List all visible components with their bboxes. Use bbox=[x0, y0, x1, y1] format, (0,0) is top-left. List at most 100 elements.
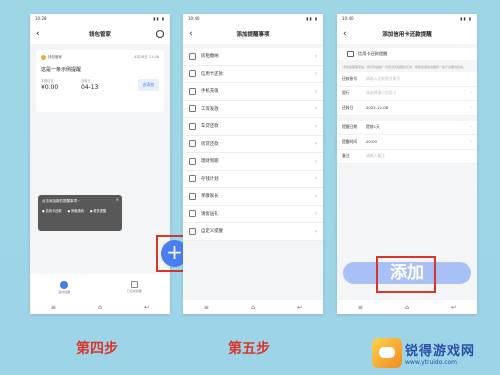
info-note: 添加提醒事项后，我们将提前一天和当天提醒您还款，帮助您避免逾期和一些不必要的损失… bbox=[343, 65, 467, 69]
reminder-card[interactable]: 钱包管家 4月28日 11:08 这是一条示例提醒 本期应还 ¥0.00 还款日… bbox=[36, 50, 164, 112]
back-icon[interactable]: ‹ bbox=[189, 29, 193, 39]
list-item[interactable]: 房贷还款 › bbox=[183, 136, 323, 153]
system-nav-bar: ≡ ⌂ ↩ bbox=[183, 300, 323, 314]
page-title: 添加提醒事项 bbox=[236, 32, 270, 38]
gamepad-logo-icon bbox=[372, 338, 402, 368]
chevron-right-icon: › bbox=[314, 122, 317, 130]
list-item[interactable]: 自定义提醒 › bbox=[183, 223, 323, 241]
tab-my-reminders[interactable]: 我的提醒 bbox=[58, 280, 70, 294]
popup-item-credit-card[interactable]: 信用卡还款 bbox=[42, 208, 62, 213]
signal-icon: ▮▮ ▮ bbox=[153, 16, 165, 21]
phone-icon bbox=[189, 87, 196, 95]
phone-screen-step5: 10:40 ▮▮ ▮ ‹ 添加提醒事项 房租缴纳 › 信用卡还款 › 手机充值 › 工… bbox=[183, 14, 323, 314]
field-label: 提醒日期 bbox=[342, 124, 358, 130]
chevron-right-icon: › bbox=[314, 192, 317, 200]
watermark-title: 锐得游戏网 bbox=[405, 344, 476, 359]
chevron-right-icon: › bbox=[314, 175, 317, 183]
list-item[interactable]: 存钱计划 › bbox=[183, 171, 323, 188]
list-item[interactable]: 理财到期 › bbox=[183, 153, 323, 171]
rent-icon bbox=[189, 52, 196, 60]
return-icon[interactable]: ↩ bbox=[450, 304, 458, 311]
status-bar: 10:28 ▮▮ ▮ bbox=[30, 14, 170, 24]
form-row-due-date[interactable]: 还款日 2022-12-08 › bbox=[337, 101, 477, 116]
form-row-account[interactable]: 还款账号 请输入还款账号尾号 bbox=[337, 72, 477, 87]
close-icon[interactable]: × bbox=[116, 197, 119, 202]
account-input[interactable]: 请输入还款账号尾号 bbox=[366, 76, 400, 82]
step4-caption: 第四步 bbox=[76, 341, 118, 357]
list-item[interactable]: 孝敬家长 › bbox=[183, 188, 323, 206]
form-row-remind-date[interactable]: 提醒日期 提前1天 › bbox=[337, 121, 477, 135]
home-icon[interactable]: ⌂ bbox=[249, 304, 257, 311]
chevron-right-icon: › bbox=[470, 90, 472, 97]
credit-card-icon bbox=[347, 51, 354, 57]
list-item[interactable]: 手机充值 › bbox=[183, 83, 323, 101]
card-label: 信用卡还款提醒 bbox=[358, 51, 388, 56]
popup-title: 点击添加新的提醒事项~ bbox=[42, 199, 80, 203]
page-title: 钱包管家 bbox=[88, 32, 111, 38]
card-title: 这是一条示例提醒 bbox=[41, 67, 82, 73]
amount-label: 本期应还 bbox=[41, 79, 54, 83]
chevron-right-icon: › bbox=[314, 227, 317, 235]
phone-screen-step4: 10:28 ▮▮ ▮ ‹ 钱包管家 钱包管家 4月28日 11:08 这是一条示… bbox=[30, 14, 170, 314]
highlight-box bbox=[376, 256, 436, 293]
settings-icon[interactable] bbox=[156, 30, 164, 38]
gift-icon bbox=[189, 210, 196, 218]
list-item-label: 房租缴纳 bbox=[201, 54, 219, 60]
menu-icon[interactable]: ≡ bbox=[49, 304, 57, 311]
list-item-label: 信用卡还款 bbox=[201, 71, 223, 77]
chevron-right-icon: › bbox=[314, 105, 317, 113]
remind-date-select[interactable]: 提前1天 bbox=[366, 124, 380, 130]
list-item-label: 自定义提醒 bbox=[201, 229, 223, 235]
list-item[interactable]: 房租缴纳 › bbox=[183, 48, 323, 66]
list-item[interactable]: 信用卡还款 › bbox=[183, 66, 323, 83]
form-row-note[interactable]: 备注 请输入备注 bbox=[337, 150, 477, 164]
status-bar: 10:40 ▮▮ ▮ bbox=[337, 14, 477, 24]
menu-icon[interactable]: ≡ bbox=[202, 304, 210, 311]
return-icon[interactable]: ↩ bbox=[296, 304, 304, 311]
back-icon[interactable]: ‹ bbox=[343, 29, 347, 39]
due-date-label: 还款日 bbox=[81, 79, 91, 83]
home-icon[interactable]: ⌂ bbox=[403, 304, 411, 311]
piggy-bank-icon bbox=[189, 175, 196, 183]
tab-completed[interactable]: 已完成提醒 bbox=[127, 281, 142, 293]
popup-item-more[interactable]: 更多提醒 bbox=[90, 208, 106, 213]
list-item[interactable]: 请客送礼 › bbox=[183, 206, 323, 223]
chevron-right-icon: › bbox=[470, 138, 472, 145]
due-date-select[interactable]: 2022-12-08 bbox=[366, 105, 388, 110]
popup-item-rent[interactable]: 房租缴纳 bbox=[68, 208, 84, 213]
watermark: 锐得游戏网 www.ytruido.com bbox=[372, 334, 498, 372]
remind-time-select[interactable]: 20:00 bbox=[366, 139, 377, 144]
field-label: 备注 bbox=[342, 153, 350, 159]
field-label: 提醒时间 bbox=[342, 138, 358, 144]
tab-label: 已完成提醒 bbox=[126, 289, 142, 293]
chevron-right-icon: › bbox=[314, 140, 317, 148]
status-time: 10:40 bbox=[188, 16, 200, 21]
amount-value: ¥0.00 bbox=[41, 84, 59, 91]
chevron-right-icon: › bbox=[314, 210, 317, 218]
page-title: 添加信用卡还款提醒 bbox=[382, 32, 432, 38]
list-item[interactable]: 工资发放 › bbox=[183, 101, 323, 118]
bank-select[interactable]: 请选择银行信用卡 bbox=[366, 90, 396, 96]
tab-bar: 我的提醒 已完成提醒 bbox=[30, 274, 170, 300]
brand-logo-icon bbox=[41, 55, 46, 60]
salary-icon bbox=[189, 105, 196, 113]
chevron-right-icon: › bbox=[314, 52, 317, 60]
form-row-bank[interactable]: 银行 请选择银行信用卡 › bbox=[337, 87, 477, 101]
list-item[interactable]: 车贷还款 › bbox=[183, 118, 323, 136]
reminder-icon bbox=[60, 280, 69, 289]
app-header: ‹ 添加信用卡还款提醒 bbox=[337, 24, 477, 44]
chevron-right-icon: › bbox=[314, 157, 317, 165]
note-input[interactable]: 请输入备注 bbox=[366, 153, 385, 159]
app-header: ‹ 钱包管家 bbox=[30, 24, 170, 44]
card-brand: 钱包管家 bbox=[48, 55, 62, 59]
list-item-label: 手机充值 bbox=[201, 89, 219, 95]
car-icon bbox=[189, 122, 196, 130]
add-button[interactable]: 去添加 bbox=[137, 79, 159, 91]
signal-icon: ▮▮ ▮ bbox=[306, 16, 318, 21]
form-row-remind-time[interactable]: 提醒时间 20:00 › bbox=[337, 135, 477, 150]
back-icon[interactable]: ‹ bbox=[36, 29, 40, 39]
return-icon[interactable]: ↩ bbox=[143, 304, 151, 311]
home-icon[interactable]: ⌂ bbox=[96, 304, 104, 311]
menu-icon[interactable]: ≡ bbox=[356, 304, 364, 311]
status-bar: 10:40 ▮▮ ▮ bbox=[183, 14, 323, 24]
